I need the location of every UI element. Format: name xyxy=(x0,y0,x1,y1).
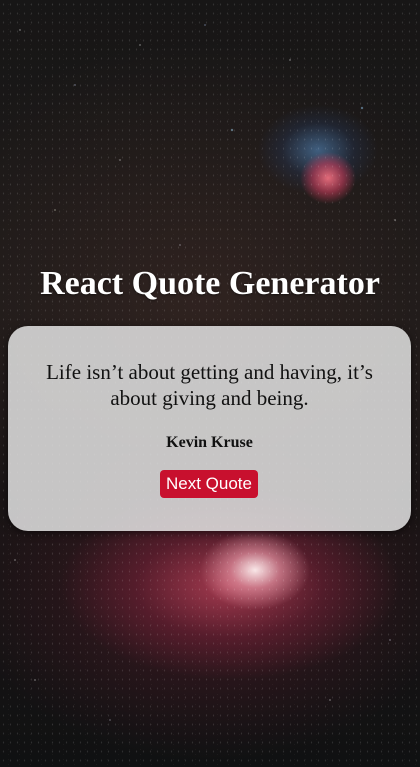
quote-text: Life isn’t about getting and having, it’… xyxy=(46,360,373,410)
page-title: React Quote Generator xyxy=(40,265,380,302)
quote-author: Kevin Kruse xyxy=(166,434,253,451)
quote-card: Life isn’t about getting and having, it’… xyxy=(8,326,411,531)
next-quote-button[interactable]: Next Quote xyxy=(160,470,258,498)
